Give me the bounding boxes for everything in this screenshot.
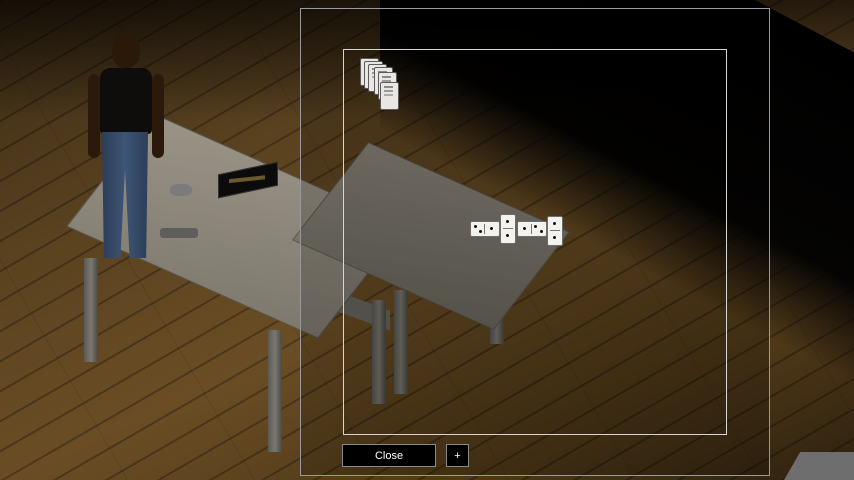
add-button[interactable]: +	[446, 444, 469, 467]
card[interactable]	[380, 82, 399, 110]
close-button[interactable]: Close	[342, 444, 436, 467]
table-leg	[84, 258, 98, 362]
card-deck[interactable]	[356, 58, 400, 112]
domino-tile[interactable]	[547, 216, 563, 246]
domino-tile[interactable]	[517, 221, 547, 237]
table-leg	[268, 330, 282, 452]
domino-tile[interactable]	[470, 221, 500, 237]
character-arm	[88, 74, 100, 158]
character-arm	[152, 74, 164, 158]
domino-tile[interactable]	[500, 214, 516, 244]
play-area[interactable]	[343, 49, 727, 435]
character-legs	[102, 132, 148, 258]
character-torso	[100, 68, 152, 134]
player-character	[88, 34, 168, 264]
table-item[interactable]	[170, 184, 192, 196]
character-head	[112, 34, 140, 68]
